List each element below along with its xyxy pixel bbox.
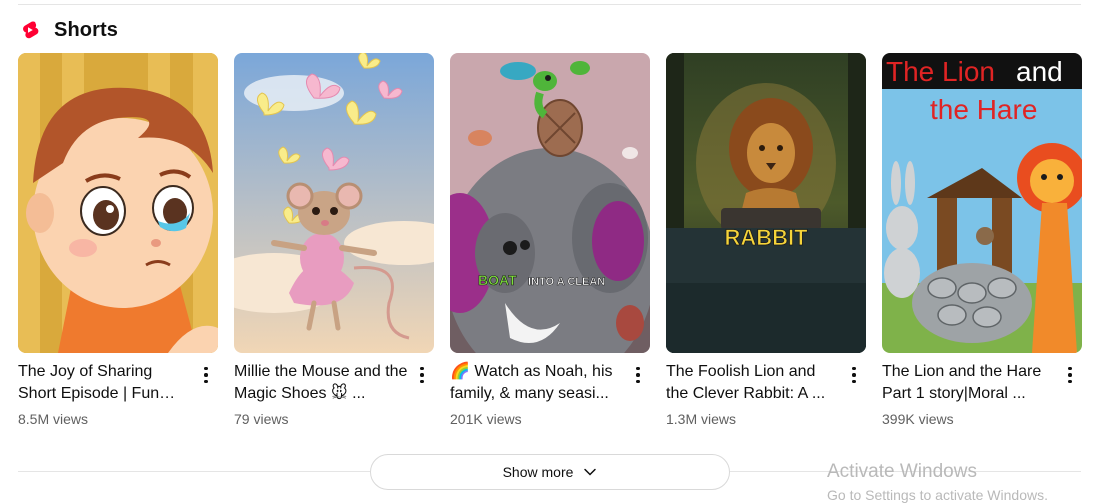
- short-title[interactable]: The Joy of Sharing Short Episode | Fun L…: [18, 361, 194, 405]
- lion-and-hare-thumbnail-icon: The Lion and the Hare: [882, 53, 1082, 353]
- overlay-title-c: the Hare: [930, 94, 1037, 125]
- overlay-caption: RABBIT: [724, 225, 808, 250]
- show-more-button[interactable]: Show more: [370, 454, 730, 490]
- short-views: 1.3M views: [666, 411, 737, 427]
- short-thumbnail[interactable]: [234, 53, 434, 353]
- short-thumbnail[interactable]: RABBIT: [666, 53, 866, 353]
- short-title[interactable]: The Foolish Lion and the Clever Rabbit: …: [666, 361, 842, 405]
- cartoon-boy-thumbnail-icon: [18, 53, 218, 353]
- short-title[interactable]: 🌈 Watch as Noah, his family, & many seas…: [450, 361, 626, 405]
- short-views: 399K views: [882, 411, 954, 427]
- shorts-shelf: The Joy of Sharing Short Episode | Fun L…: [18, 53, 1082, 429]
- short-title[interactable]: The Lion and the Hare Part 1 story|Moral…: [882, 361, 1058, 405]
- short-title[interactable]: Millie the Mouse and the Magic Shoes 🐭 .…: [234, 361, 410, 405]
- overlay-title-b: and: [1016, 56, 1063, 87]
- short-card[interactable]: Millie the Mouse and the Magic Shoes 🐭 .…: [234, 53, 434, 429]
- more-options-icon[interactable]: [626, 363, 650, 387]
- short-card[interactable]: The Joy of Sharing Short Episode | Fun L…: [18, 53, 218, 429]
- activate-windows-watermark: Activate Windows Go to Settings to activ…: [827, 461, 1048, 504]
- watermark-title: Activate Windows: [827, 461, 977, 482]
- overlay-title-a: The Lion: [886, 56, 995, 87]
- short-views: 79 views: [234, 411, 289, 427]
- mouse-butterflies-thumbnail-icon: [234, 53, 434, 353]
- section-title: Shorts: [54, 18, 118, 41]
- short-thumbnail[interactable]: The Lion and the Hare: [882, 53, 1082, 353]
- more-options-icon[interactable]: [1058, 363, 1082, 387]
- overlay-caption-a: BOAT: [478, 272, 517, 288]
- overlay-caption-b: INTO A CLEAN: [528, 276, 605, 288]
- short-card[interactable]: The Lion and the Hare The Lion and the H…: [882, 53, 1082, 429]
- chevron-down-icon: [584, 468, 597, 476]
- short-views: 8.5M views: [18, 411, 89, 427]
- watermark-subtitle: Go to Settings to activate Windows.: [827, 487, 1048, 503]
- short-thumbnail[interactable]: BOAT INTO A CLEAN: [450, 53, 650, 353]
- shorts-section-header: Shorts: [18, 16, 118, 44]
- lion-thumbnail-icon: RABBIT: [666, 53, 866, 353]
- more-options-icon[interactable]: [194, 363, 218, 387]
- short-card[interactable]: RABBIT The Foolish Lion and the Clever R…: [666, 53, 866, 429]
- top-divider: [18, 4, 1081, 5]
- bottom-divider-left: [18, 471, 370, 472]
- short-views: 201K views: [450, 411, 522, 427]
- more-options-icon[interactable]: [410, 363, 434, 387]
- short-card[interactable]: BOAT INTO A CLEAN 🌈 Watch as Noah, his f…: [450, 53, 650, 429]
- short-thumbnail[interactable]: [18, 53, 218, 353]
- youtube-shorts-icon: [23, 21, 39, 39]
- more-options-icon[interactable]: [842, 363, 866, 387]
- show-more-label: Show more: [502, 464, 574, 480]
- elephant-turtle-thumbnail-icon: BOAT INTO A CLEAN: [450, 53, 650, 353]
